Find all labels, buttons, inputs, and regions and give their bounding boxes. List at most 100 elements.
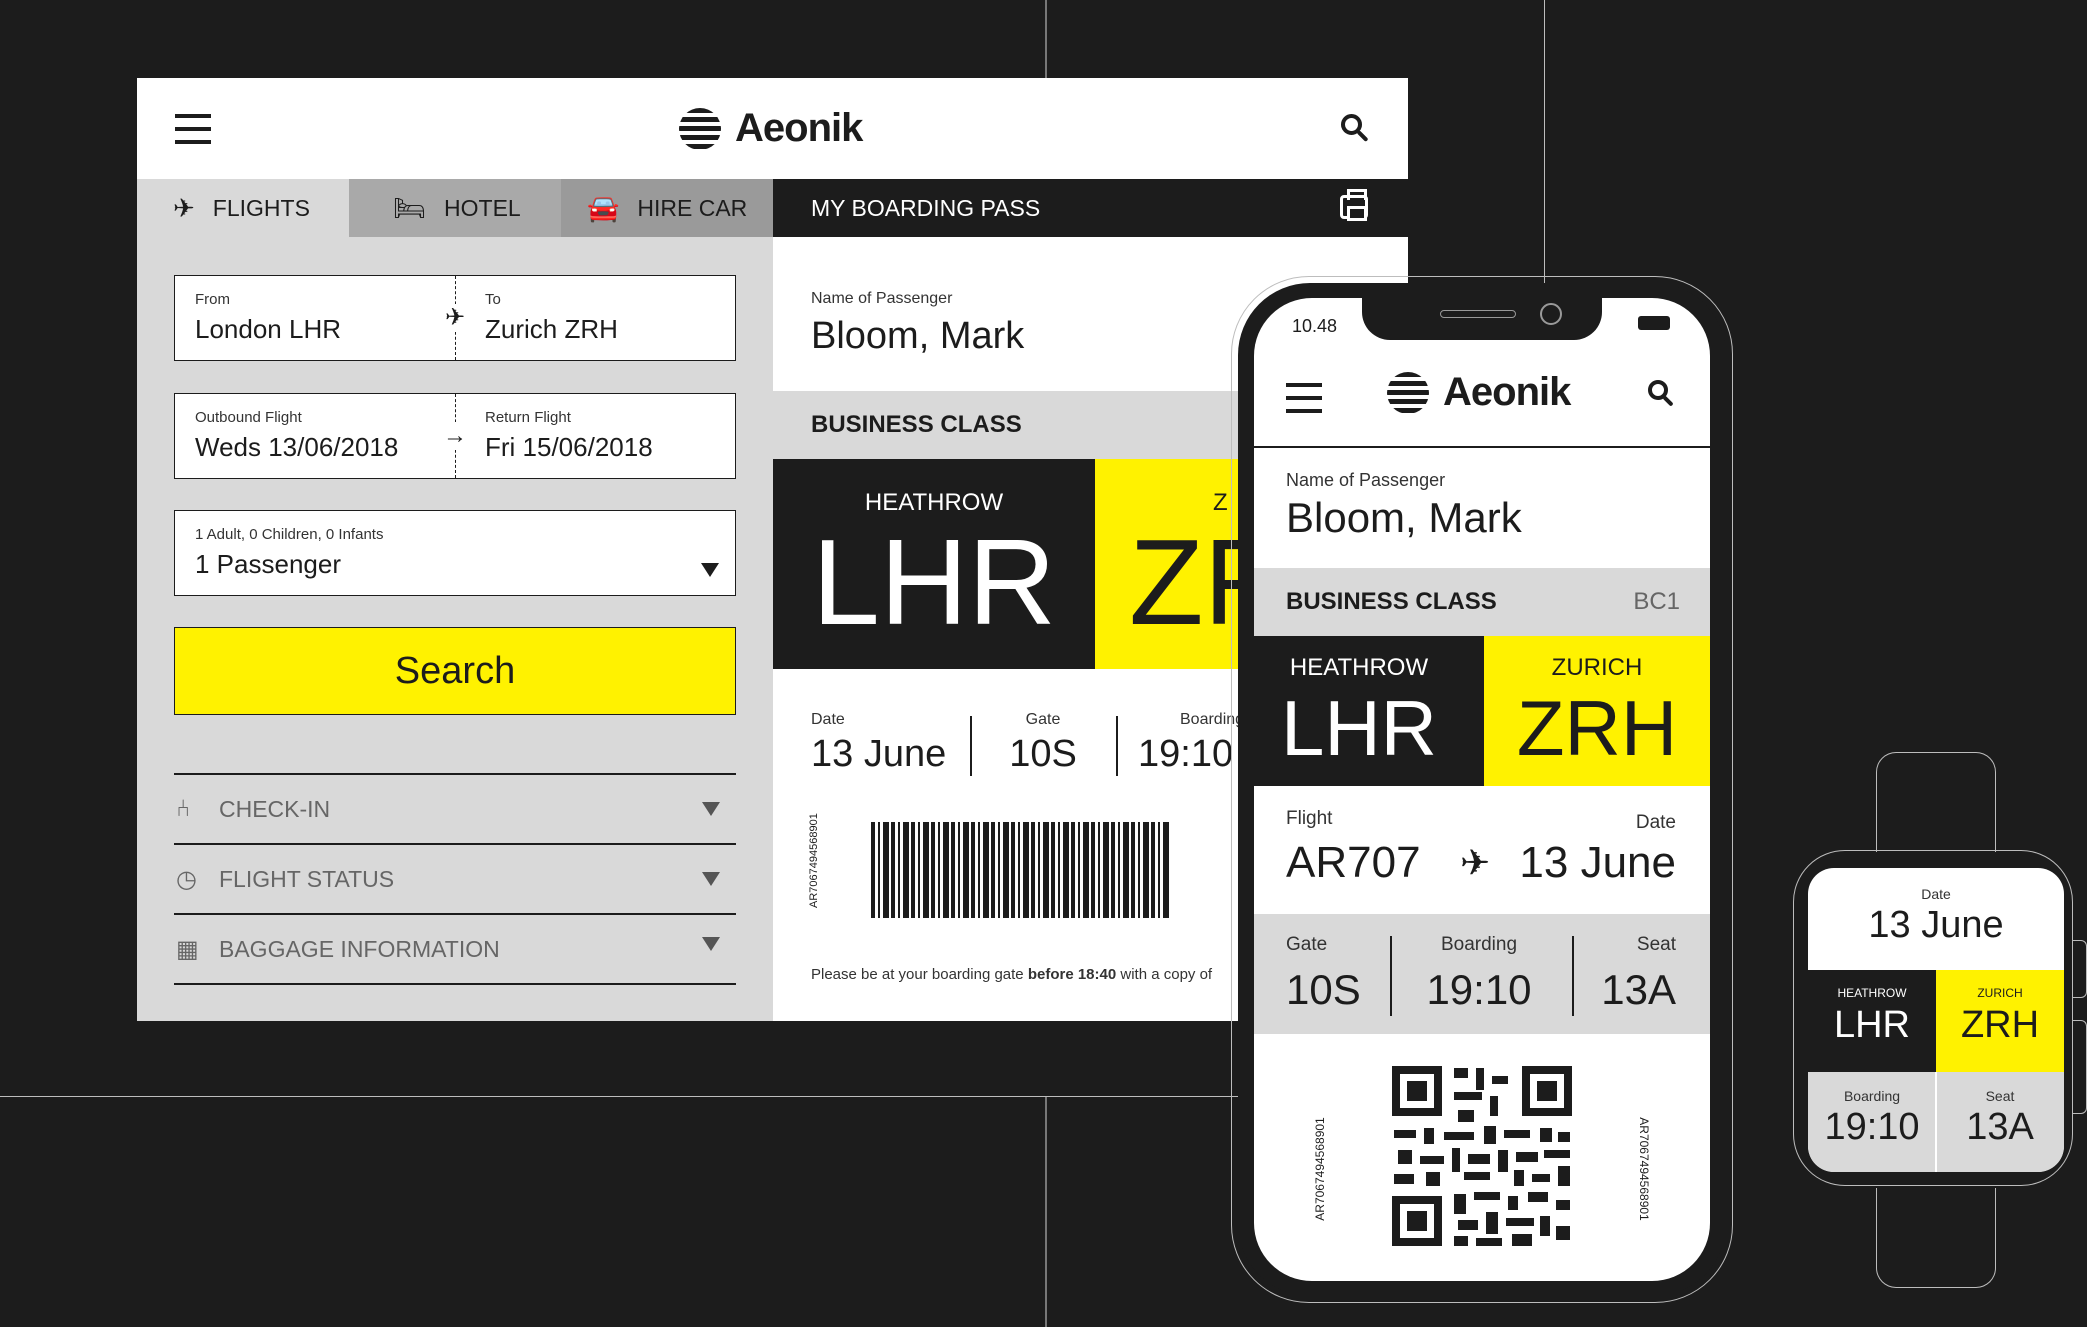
passenger-select[interactable]: 1 Adult, 0 Children, 0 Infants 1 Passeng… [174,510,736,596]
hotel-icon: 🛏 [393,192,427,223]
date-label: Date [811,711,845,728]
seat-label: Seat [1985,1088,2015,1104]
watch-band-bottom [1876,1188,1996,1288]
outbound-label: Outbound Flight [195,409,302,426]
tab-hotel[interactable]: 🛏 HOTEL [349,179,561,237]
gate-label: Gate [1025,711,1061,728]
date-value: 13 June [1868,904,2004,946]
passenger-breakdown: 1 Adult, 0 Children, 0 Infants [195,526,384,543]
class-bar: BUSINESS CLASS BC1 [1254,568,1710,636]
plane-icon: ✈ [173,192,195,223]
seat-icon: ⑃ [176,795,191,822]
origin-code: LHR [1833,1004,1911,1046]
boarding-notice: Please be at your boarding gate before 1… [811,966,1212,983]
logo-mark-icon [1387,371,1429,414]
to-field[interactable]: To Zurich ZRH [455,276,735,360]
class-code: BC1 [1633,588,1680,615]
from-value: London LHR [195,314,341,344]
qr-number-left: AR7067494568901 [1313,1117,1327,1221]
brand-logo: Aeonik [1387,370,1571,415]
menu-icon[interactable] [1286,383,1322,413]
tablet-header: Aeonik [137,78,1408,179]
destination-code: ZRH [1960,1004,2040,1046]
cell-divider [1390,936,1392,1016]
watch-screen: Date 13 June HEATHROW LHR ZURICH ZRH Boa… [1808,868,2064,1172]
from-label: From [195,291,230,308]
gate-value: 10S [1286,966,1361,1013]
origin-code: LHR [811,514,1057,650]
date-cell: Date 13 June [811,711,946,776]
destination-code: ZRH [1516,684,1678,772]
logo-mark-icon [679,107,721,150]
accordion-check-in[interactable]: ⑃ CHECK-IN [174,773,736,843]
watch-crown[interactable] [2073,940,2087,998]
status-time: 10.48 [1292,316,1338,336]
qr-number-right: AR7067494568901 [1637,1117,1651,1221]
cell-divider [1116,716,1118,776]
return-label: Return Flight [485,409,571,426]
clock-icon: ◷ [176,865,197,893]
origin-city: HEATHROW [1289,654,1429,681]
destination-city: Z [1213,489,1228,516]
to-label: To [485,291,501,308]
destination-city: ZURICH [1977,986,2023,1000]
search-icon[interactable] [1648,380,1676,408]
passenger-name: Bloom, Mark [811,315,1025,357]
origin-city: HEATHROW [1837,986,1907,1000]
seat-value: 13A [1966,1106,2034,1148]
booking-tabs: ✈ FLIGHTS 🛏 HOTEL 🚘 HIRE CAR [137,179,773,237]
seat-label: Seat [1636,934,1676,955]
boarding-label: Boarding [1843,1088,1901,1104]
tab-flights[interactable]: ✈ FLIGHTS [137,179,349,237]
travel-class: BUSINESS CLASS [811,411,1022,438]
phone-screen: 10.48 Aeonik Name of Passenger Bloom, Ma… [1254,298,1710,1281]
car-icon: 🚘 [587,192,620,223]
cell-divider [970,716,972,776]
tab-label: HIRE CAR [637,194,748,221]
route-field: From London LHR ✈ To Zurich ZRH [174,275,736,361]
phone-notch [1362,298,1602,340]
brand-logo: Aeonik [679,106,863,151]
date-value: 13 June [811,733,947,775]
qr-code [1392,1066,1572,1246]
return-value: Fri 15/06/2018 [485,432,653,462]
boarding-label: Boarding [1440,934,1518,955]
watch-side-button[interactable] [2073,1020,2087,1114]
background-divider [1045,1097,1047,1327]
from-field[interactable]: From London LHR [175,276,455,360]
barcode-number: AR7067494568901 [808,813,820,908]
date-value: 13 June [1519,838,1676,887]
to-value: Zurich ZRH [485,314,618,344]
outbound-date-field[interactable]: Outbound Flight Weds 13/06/2018 [175,394,455,478]
accordion-label: BAGGAGE INFORMATION [219,935,500,962]
booking-panel: ✈ FLIGHTS 🛏 HOTEL 🚘 HIRE CAR From London… [137,179,773,1021]
tab-hire-car[interactable]: 🚘 HIRE CAR [561,179,773,237]
brand-name: Aeonik [735,106,863,150]
dates-field: Outbound Flight Weds 13/06/2018 → Return… [174,393,736,479]
destination-block: ZURICH ZRH [1484,636,1710,786]
search-button[interactable]: Search [174,627,736,715]
return-date-field[interactable]: Return Flight Fri 15/06/2018 [455,394,735,478]
date-label: Date [1921,886,1951,902]
passenger-label: Name of Passenger [1286,470,1446,490]
chevron-down-icon [702,802,720,816]
accordion-baggage[interactable]: ▦ BAGGAGE INFORMATION [174,913,736,985]
brand-name: Aeonik [1443,370,1571,414]
accordion-flight-status[interactable]: ◷ FLIGHT STATUS [174,843,736,913]
header-rule [1254,446,1710,448]
search-icon[interactable] [1341,114,1371,144]
gate-cell: Gate 10S [993,711,1093,776]
print-icon[interactable] [1340,189,1368,221]
boarding-pass-title: MY BOARDING PASS [811,195,1041,221]
barcode-image [871,822,1171,918]
origin-code: LHR [1280,684,1438,772]
origin-city: HEATHROW [864,489,1004,516]
menu-icon[interactable] [175,114,211,144]
seat-value: 13A [1601,966,1676,1013]
boarding-label: Boarding [1180,711,1245,728]
tab-label: FLIGHTS [212,194,310,221]
destination-block: ZURICH ZRH [1936,970,2064,1072]
boarding-cell: Boarding 19:10 [1138,711,1244,776]
accordion-label: FLIGHT STATUS [219,865,395,892]
details-bar: Boarding 19:10 Seat 13A [1808,1072,2064,1172]
